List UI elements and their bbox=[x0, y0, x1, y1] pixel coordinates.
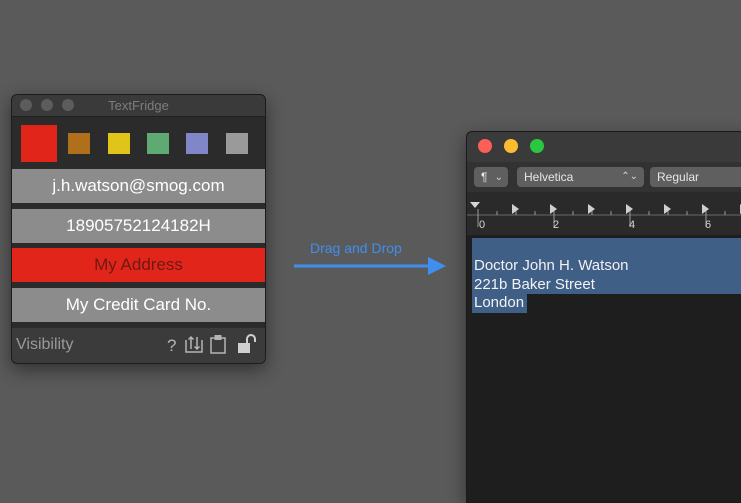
swatch-green[interactable] bbox=[147, 133, 169, 154]
snippet-address[interactable]: My Address bbox=[12, 246, 265, 282]
ruler-ticks bbox=[467, 202, 741, 227]
help-icon[interactable]: ? bbox=[167, 336, 176, 356]
tab-stop-marker[interactable] bbox=[550, 204, 557, 214]
swatch-blue[interactable] bbox=[186, 133, 208, 154]
snippet-email[interactable]: j.h.watson@smog.com bbox=[12, 167, 265, 203]
tab-stop-marker[interactable] bbox=[626, 204, 633, 214]
snippet-label: j.h.watson@smog.com bbox=[52, 176, 225, 195]
font-family-select[interactable]: Helvetica ⌃⌄ bbox=[517, 167, 644, 187]
paragraph-style-select[interactable]: ¶ ⌄ bbox=[474, 167, 508, 187]
editor-titlebar[interactable] bbox=[467, 132, 741, 162]
chevron-down-icon: ⌄ bbox=[494, 172, 503, 183]
format-toolbar: ¶ ⌄ Helvetica ⌃⌄ Regular bbox=[467, 162, 741, 192]
snippet-id-number[interactable]: 18905752124182H bbox=[12, 207, 265, 243]
minimize-window-button[interactable] bbox=[504, 139, 518, 153]
up-down-chevron-icon: ⌃⌄ bbox=[621, 171, 638, 182]
tab-stop-marker[interactable] bbox=[702, 204, 709, 214]
textfridge-footer: Visibility ? bbox=[12, 328, 265, 363]
color-swatch-bar bbox=[12, 117, 265, 167]
ruler-number: 0 bbox=[479, 219, 486, 231]
font-style-select[interactable]: Regular bbox=[650, 167, 741, 187]
snippet-credit-card[interactable]: My Credit Card No. bbox=[12, 286, 265, 322]
tab-stop-marker[interactable] bbox=[664, 204, 671, 214]
textfridge-window: TextFridge j.h.watson@smog.com 189057521… bbox=[11, 94, 266, 364]
paragraph-icon: ¶ bbox=[481, 170, 488, 184]
text-editor-window: ¶ ⌄ Helvetica ⌃⌄ Regular 0 2 4 6 Doctor … bbox=[466, 131, 741, 503]
ruler[interactable]: 0 2 4 6 bbox=[467, 192, 741, 235]
window-title: TextFridge bbox=[108, 98, 169, 113]
snippet-label: My Credit Card No. bbox=[65, 295, 212, 314]
visibility-toggle[interactable]: Visibility bbox=[16, 336, 74, 354]
ruler-number: 6 bbox=[705, 219, 712, 231]
tab-stop-marker[interactable] bbox=[588, 204, 595, 214]
font-family-value: Helvetica bbox=[524, 170, 574, 184]
swatch-gray[interactable] bbox=[226, 133, 248, 154]
document-text-line[interactable]: 221b Baker Street bbox=[474, 276, 595, 293]
swatch-yellow[interactable] bbox=[108, 133, 130, 154]
zoom-window-button[interactable] bbox=[530, 139, 544, 153]
font-style-value: Regular bbox=[657, 170, 700, 184]
textfridge-titlebar[interactable]: TextFridge bbox=[12, 95, 265, 117]
snippet-label: 18905752124182H bbox=[66, 216, 211, 235]
sort-icon[interactable] bbox=[184, 334, 204, 359]
ruler-number: 2 bbox=[553, 219, 560, 231]
swatch-red[interactable] bbox=[21, 125, 57, 162]
swatch-brown[interactable] bbox=[68, 133, 90, 154]
unlock-icon[interactable] bbox=[237, 334, 259, 359]
close-window-button[interactable] bbox=[478, 139, 492, 153]
drag-and-drop-label: Drag and Drop bbox=[310, 240, 402, 256]
drag-arrow-icon bbox=[294, 257, 446, 275]
tab-stop-marker[interactable] bbox=[512, 204, 519, 214]
clipboard-icon[interactable] bbox=[209, 334, 227, 359]
document-text-line[interactable]: London bbox=[474, 294, 524, 311]
snippet-label: My Address bbox=[94, 255, 183, 274]
document-text-line[interactable]: Doctor John H. Watson bbox=[474, 257, 629, 274]
ruler-number: 4 bbox=[629, 219, 636, 231]
